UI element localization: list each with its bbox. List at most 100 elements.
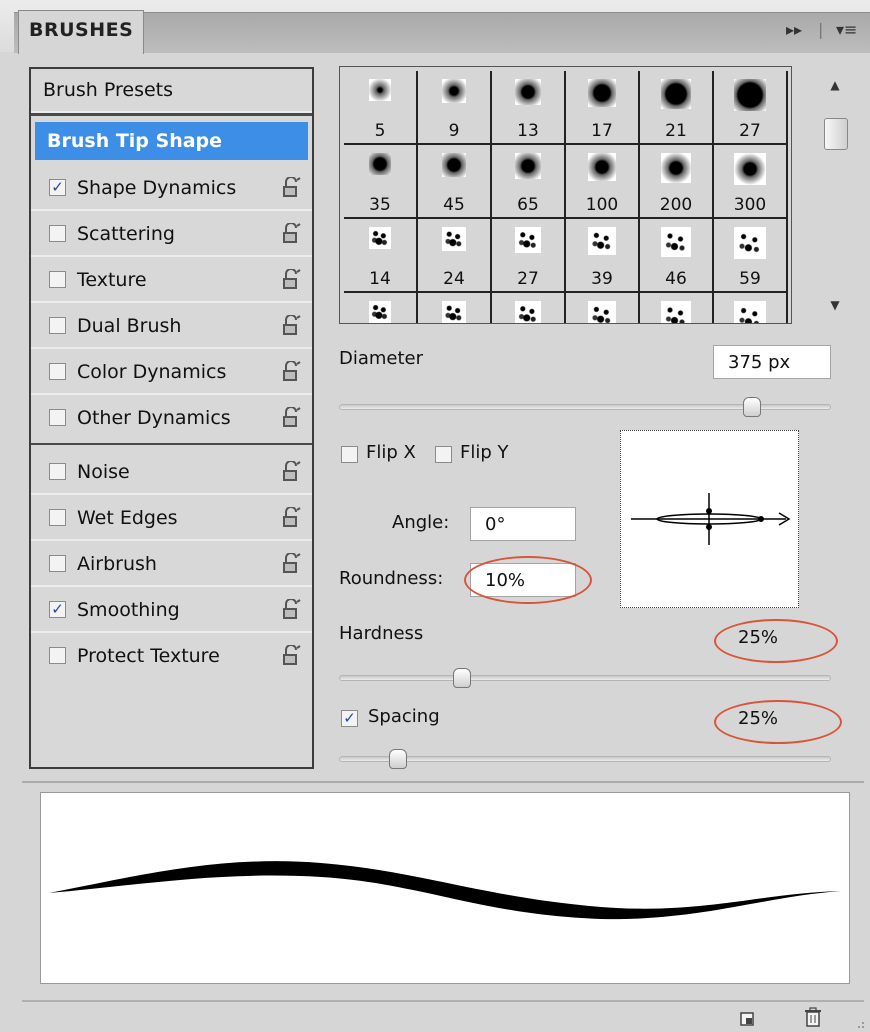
preset-cell[interactable]: 100 bbox=[566, 145, 640, 219]
checkbox-wet-edges[interactable] bbox=[49, 509, 66, 526]
preset-cell[interactable] bbox=[714, 293, 788, 323]
preset-cell[interactable]: 27 bbox=[714, 71, 788, 145]
preset-size-label: 65 bbox=[517, 195, 539, 215]
flip-y-checkbox[interactable] bbox=[435, 446, 452, 463]
scroll-up-icon[interactable]: ▲ bbox=[824, 74, 846, 96]
hardness-slider-knob[interactable] bbox=[453, 668, 471, 688]
brushes-panel: BRUSHES ▸▸ | ▾≡ Brush Presets Brush Tip … bbox=[0, 0, 870, 1032]
spacing-slider-track[interactable] bbox=[339, 756, 831, 762]
lock-icon[interactable] bbox=[281, 223, 301, 245]
preset-cell[interactable]: 45 bbox=[418, 145, 492, 219]
preset-cell[interactable]: 46 bbox=[640, 219, 714, 293]
preset-cell[interactable] bbox=[640, 293, 714, 323]
diameter-field[interactable]: 375 px bbox=[713, 345, 831, 379]
preset-size-label: 300 bbox=[733, 195, 767, 215]
options-divider bbox=[31, 443, 312, 445]
spacing-checkbox[interactable]: ✓ bbox=[341, 710, 358, 727]
checkbox-texture[interactable] bbox=[49, 271, 66, 288]
preset-cell[interactable] bbox=[418, 293, 492, 323]
preset-cell[interactable]: 24 bbox=[418, 219, 492, 293]
checkbox-airbrush[interactable] bbox=[49, 555, 66, 572]
lock-icon[interactable] bbox=[281, 361, 301, 383]
preset-cell[interactable]: 65 bbox=[492, 145, 566, 219]
option-wet-edges[interactable]: Wet Edges bbox=[31, 497, 312, 541]
lock-icon[interactable] bbox=[281, 553, 301, 575]
preset-cell[interactable]: 300 bbox=[714, 145, 788, 219]
angle-roundness-preview[interactable] bbox=[620, 430, 799, 608]
new-brush-icon[interactable] bbox=[738, 1010, 756, 1028]
lock-icon[interactable] bbox=[281, 269, 301, 291]
panel-divider bbox=[22, 781, 864, 783]
option-label: Shape Dynamics bbox=[77, 177, 237, 199]
preset-thumbnail bbox=[734, 79, 766, 111]
checkbox-scattering[interactable] bbox=[49, 225, 66, 242]
preset-cell[interactable]: 27 bbox=[492, 219, 566, 293]
preset-size-label: 35 bbox=[369, 195, 391, 215]
hardness-slider-track[interactable] bbox=[339, 675, 831, 681]
checkbox-protect-texture[interactable] bbox=[49, 647, 66, 664]
preset-cell[interactable]: 21 bbox=[640, 71, 714, 145]
brush-tip-shape-item[interactable]: Brush Tip Shape bbox=[35, 122, 308, 160]
preset-cell[interactable]: 39 bbox=[566, 219, 640, 293]
preset-cell[interactable]: 35 bbox=[344, 145, 418, 219]
preset-thumbnail bbox=[734, 227, 766, 259]
panel-footer-divider bbox=[22, 1000, 864, 1002]
preset-thumbnail bbox=[515, 301, 541, 323]
preset-cell[interactable] bbox=[492, 293, 566, 323]
tab-brushes[interactable]: BRUSHES bbox=[18, 10, 144, 54]
checkbox-smoothing[interactable]: ✓ bbox=[49, 601, 66, 618]
preset-cell[interactable]: 5 bbox=[344, 71, 418, 145]
lock-icon[interactable] bbox=[281, 461, 301, 483]
lock-icon[interactable] bbox=[281, 407, 301, 429]
checkbox-other-dynamics[interactable] bbox=[49, 409, 66, 426]
preset-thumbnail bbox=[515, 227, 541, 253]
option-label: Dual Brush bbox=[77, 315, 182, 337]
checkbox-color-dynamics[interactable] bbox=[49, 363, 66, 380]
hardness-label: Hardness bbox=[339, 623, 424, 644]
option-noise[interactable]: Noise bbox=[31, 451, 312, 495]
option-other-dynamics[interactable]: Other Dynamics bbox=[31, 397, 312, 441]
option-dual-brush[interactable]: Dual Brush bbox=[31, 305, 312, 349]
checkbox-noise[interactable] bbox=[49, 463, 66, 480]
preset-scrollbar[interactable]: ▲ ▼ bbox=[820, 66, 850, 324]
preset-cell[interactable]: 59 bbox=[714, 219, 788, 293]
option-airbrush[interactable]: Airbrush bbox=[31, 543, 312, 587]
preset-thumbnail bbox=[442, 227, 466, 251]
option-protect-texture[interactable]: Protect Texture bbox=[31, 635, 312, 679]
option-shape-dynamics[interactable]: ✓ Shape Dynamics bbox=[31, 167, 312, 211]
preset-thumbnail bbox=[588, 153, 616, 181]
panel-menu-icon[interactable]: ▾≡ bbox=[836, 20, 857, 39]
angle-field[interactable]: 0° bbox=[470, 507, 576, 541]
preset-cell[interactable]: 13 bbox=[492, 71, 566, 145]
preset-cell[interactable]: 17 bbox=[566, 71, 640, 145]
spacing-slider-knob[interactable] bbox=[389, 749, 408, 769]
preset-size-label: 27 bbox=[517, 269, 539, 289]
preset-size-label: 100 bbox=[585, 195, 619, 215]
preset-cell[interactable] bbox=[566, 293, 640, 323]
lock-icon[interactable] bbox=[281, 645, 301, 667]
collapse-panel-icon[interactable]: ▸▸ bbox=[786, 20, 802, 39]
scroll-down-icon[interactable]: ▼ bbox=[824, 294, 846, 316]
brush-presets-button[interactable]: Brush Presets bbox=[31, 69, 312, 113]
preset-cell[interactable]: 9 bbox=[418, 71, 492, 145]
checkbox-dual-brush[interactable] bbox=[49, 317, 66, 334]
preset-thumbnail bbox=[661, 227, 691, 257]
trash-icon[interactable] bbox=[804, 1007, 822, 1027]
option-scattering[interactable]: Scattering bbox=[31, 213, 312, 257]
preset-cell[interactable]: 200 bbox=[640, 145, 714, 219]
option-smoothing[interactable]: ✓ Smoothing bbox=[31, 589, 312, 633]
preset-cell[interactable]: 14 bbox=[344, 219, 418, 293]
lock-icon[interactable] bbox=[281, 507, 301, 529]
lock-icon[interactable] bbox=[281, 599, 301, 621]
preset-size-label: 46 bbox=[665, 269, 687, 289]
scroll-thumb[interactable] bbox=[824, 118, 848, 150]
flip-x-checkbox[interactable] bbox=[341, 446, 358, 463]
diameter-slider-knob[interactable] bbox=[743, 397, 762, 417]
option-texture[interactable]: Texture bbox=[31, 259, 312, 303]
resize-grip-icon[interactable] bbox=[852, 1016, 866, 1030]
option-color-dynamics[interactable]: Color Dynamics bbox=[31, 351, 312, 395]
lock-icon[interactable] bbox=[281, 315, 301, 337]
checkbox-shape-dynamics[interactable]: ✓ bbox=[49, 179, 66, 196]
preset-cell[interactable] bbox=[344, 293, 418, 323]
lock-icon[interactable] bbox=[281, 177, 301, 199]
